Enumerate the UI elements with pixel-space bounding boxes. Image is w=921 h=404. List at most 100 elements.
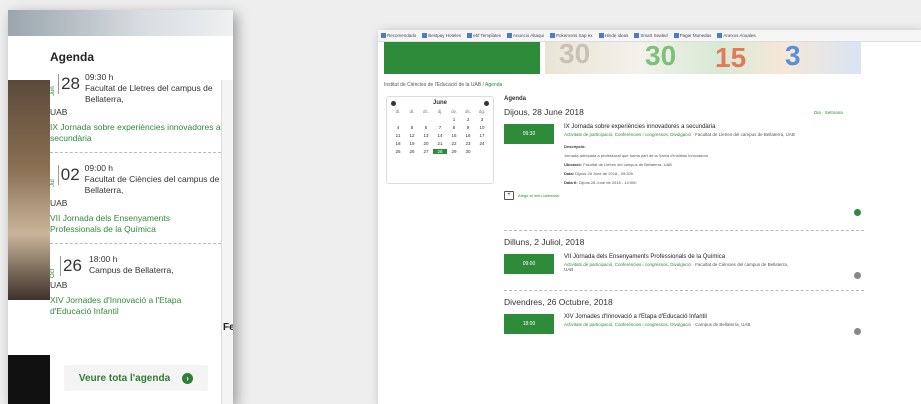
event-title-link[interactable]: IX Jornada sobre experiències innovadore…: [50, 122, 221, 144]
calendar-day[interactable]: 19: [405, 141, 419, 146]
divider: [504, 290, 864, 291]
agenda-event[interactable]: Jul 02 09:00 h Facultat de Ciències del …: [50, 163, 221, 244]
weekday-label: ds.: [464, 109, 471, 114]
calendar-number-decor: 30: [559, 42, 591, 69]
view-all-agenda-button[interactable]: Veure tota l'agenda ›: [64, 365, 208, 391]
event-title[interactable]: XIV Jornades d'Innovació a l'Etapa d'Edu…: [564, 314, 864, 320]
calendar-day[interactable]: 18: [391, 141, 405, 146]
event-place-uab: UAB: [50, 198, 68, 208]
calendar-day[interactable]: 27: [419, 149, 433, 154]
calendar-day[interactable]: 3: [475, 117, 489, 122]
event-place: Facultat de Lletres del campus de Bellat…: [84, 83, 213, 104]
bookmark-icon: [598, 33, 604, 38]
weekday-label: dg.: [478, 109, 486, 114]
event-place: Campus de Bellaterra,: [89, 265, 174, 275]
calendar-number-decor: 3: [785, 42, 801, 71]
event-place-uab: UAB: [50, 280, 68, 290]
mini-calendar: June dl. dt. dc. dj. dv. ds. dg. 1 2 3 4 5 6 7 8 9 10 11 1…: [386, 96, 494, 184]
event-title-link[interactable]: VII Jornada dels Ensenyaments Profession…: [50, 213, 221, 235]
calendar-day[interactable]: 13: [419, 133, 433, 138]
event-categories[interactable]: Activitats de participació, Conferències…: [564, 322, 691, 327]
calendar-day[interactable]: 16: [461, 133, 475, 138]
agenda-event: 09:30 IX Jornada sobre experiències inno…: [504, 124, 864, 224]
calendar-day[interactable]: 8: [447, 125, 461, 130]
bookmark[interactable]: Recomendado: [381, 33, 416, 38]
bookmark[interactable]: Anexos Anuales: [717, 33, 756, 38]
calendar-day[interactable]: 25: [391, 149, 405, 154]
calendar-day[interactable]: 30: [461, 149, 475, 154]
calendar-day[interactable]: 15: [447, 133, 461, 138]
prev-month-icon[interactable]: [391, 100, 396, 106]
calendar-day[interactable]: 10: [475, 125, 489, 130]
weekday-label: dt.: [409, 109, 415, 114]
agenda-event[interactable]: Oct 26 18:00 h Campus de Bellaterra, UAB…: [50, 254, 221, 317]
event-categories[interactable]: Activitats de participació, Conferències…: [564, 262, 691, 267]
event-time: 18:00 h: [89, 254, 118, 264]
calendar-day: [419, 117, 433, 122]
add-to-calendar-link[interactable]: + Afegir al meu calendari: [504, 191, 864, 200]
bookmark[interactable]: Pokemons Sap ex: [550, 33, 593, 38]
calendar-day[interactable]: 7: [433, 125, 447, 130]
calendar-day[interactable]: 5: [405, 125, 419, 130]
expand-toggle-icon[interactable]: [854, 272, 861, 279]
calendar-day[interactable]: 24: [475, 141, 489, 146]
calendar-grid: dl. dt. dc. dj. dv. ds. dg. 1 2 3 4 5 6 7 8 9 10 11 12 13 14…: [391, 109, 489, 154]
composite-screenshot: Agenda Jun 28 09:30 h Facultat de Lletre…: [0, 0, 921, 404]
event-place: · Facultat de Ciències del campus de Bel…: [692, 262, 789, 267]
divider: [50, 243, 221, 244]
event-place-uab: UAB: [564, 267, 574, 272]
calendar-day[interactable]: 2: [461, 117, 475, 122]
calendar-day[interactable]: 17: [475, 133, 489, 138]
calendar-day[interactable]: 9: [461, 125, 475, 130]
bookmark-icon: [673, 33, 679, 38]
event-time-box: 18:00: [504, 314, 554, 334]
agenda-event[interactable]: Jun 28 09:30 h Facultat de Lletres del c…: [50, 72, 221, 153]
event-day: 28: [58, 74, 80, 94]
breadcrumb-current: Agenda: [485, 82, 503, 88]
event-title[interactable]: VII Jornada dels Ensenyaments Profession…: [564, 254, 864, 260]
calendar-day[interactable]: 28: [433, 149, 447, 154]
calendar-day[interactable]: 6: [419, 125, 433, 130]
calendar-day[interactable]: 21: [433, 141, 447, 146]
event-date-heading: Dilluns, 2 Juliol, 2018: [504, 237, 585, 247]
event-time: 09:00 h: [84, 163, 114, 173]
bookmark-icon: [634, 33, 640, 38]
event-time: 09:30 h: [84, 72, 114, 82]
collapse-toggle-icon[interactable]: [854, 209, 861, 216]
bookmark[interactable]: ebf Templates: [467, 33, 501, 38]
calendar-number-decor: 30: [645, 42, 677, 71]
calendar-day[interactable]: 12: [405, 133, 419, 138]
bookmark-icon: [717, 33, 723, 38]
event-categories[interactable]: Activitats de participació, Conferències…: [564, 132, 691, 137]
calendar-day[interactable]: 22: [447, 141, 461, 146]
event-month: Jun: [50, 86, 56, 96]
calendar-day[interactable]: 23: [461, 141, 475, 146]
bookmarks-bar: Recomendado Bestpay Hoteles ebf Template…: [378, 30, 921, 42]
expand-toggle-icon[interactable]: [854, 328, 861, 335]
calendar-day: [433, 117, 447, 122]
breadcrumb-home[interactable]: Institut de Ciències de l'Educació de la…: [384, 82, 481, 88]
weekday-label: dv.: [451, 109, 457, 114]
calendar-day[interactable]: 1: [447, 117, 461, 122]
calendar-day[interactable]: 26: [405, 149, 419, 154]
bookmark[interactable]: Smart Sealed: [634, 33, 668, 38]
calendar-day[interactable]: 20: [419, 141, 433, 146]
agenda-heading: Agenda: [50, 50, 95, 64]
next-month-icon[interactable]: [483, 100, 489, 106]
calendar-day[interactable]: 14: [433, 133, 447, 138]
bookmark[interactable]: Anuncio Altaqui: [507, 33, 544, 38]
calendar-day[interactable]: 4: [391, 125, 405, 130]
side-photo-dark: [8, 355, 50, 404]
bookmark[interactable]: Bestpay Hoteles: [422, 33, 461, 38]
breadcrumb: Institut de Ciències de l'Educació de la…: [384, 82, 503, 88]
side-photo: [8, 80, 50, 300]
calendar-day[interactable]: 29: [447, 149, 461, 154]
bookmark[interactable]: Hinde ideas: [598, 33, 628, 38]
event-details: Descripció: Jornada adreçada a professor…: [564, 144, 708, 185]
bookmark[interactable]: Pagar Monedas: [673, 33, 711, 38]
bookmark-icon: [507, 33, 512, 38]
event-title-link[interactable]: XIV Jornades d'Innovació a l'Etapa d'Edu…: [50, 295, 221, 317]
event-title[interactable]: IX Jornada sobre experiències innovadore…: [564, 124, 864, 130]
calendar-day[interactable]: 11: [391, 133, 405, 138]
calendar-day: [475, 149, 489, 154]
